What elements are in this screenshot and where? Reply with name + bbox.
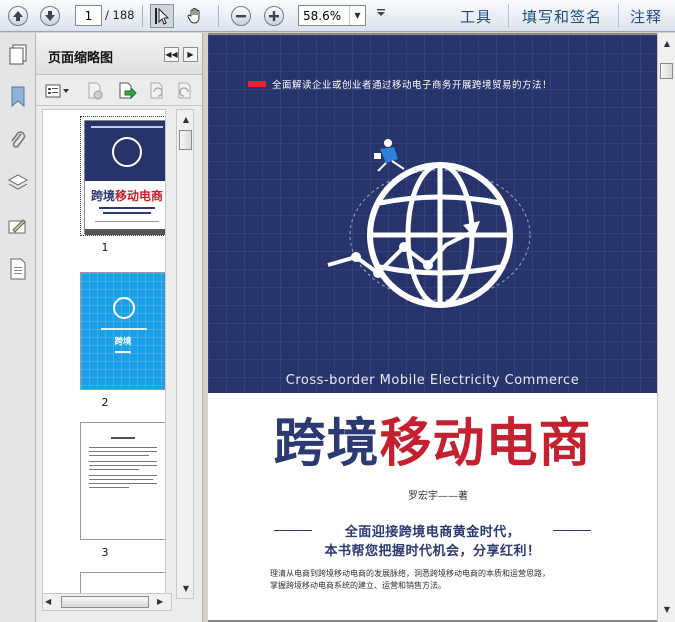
- layers-icon: [7, 174, 29, 190]
- double-chevron-left-icon: ◀◀: [165, 50, 178, 59]
- scroll-down-icon[interactable]: ▼: [178, 580, 194, 596]
- horizontal-scroll-thumb[interactable]: [61, 596, 149, 608]
- thumbnail-options-button[interactable]: [44, 81, 72, 101]
- book-title-part1: 跨境: [273, 413, 380, 474]
- next-page-button[interactable]: [38, 4, 62, 28]
- scroll-up-icon[interactable]: ▲: [178, 111, 194, 127]
- cover-banner: 全面解读企业或创业者通过移动电子商务开展跨境贸易的方法！ Cross-borde…: [208, 35, 657, 393]
- scroll-down-icon[interactable]: ▼: [659, 601, 675, 617]
- slogan-line-2: 本书帮您把握时代机会，分享红利！: [324, 544, 541, 559]
- document-view[interactable]: 全面解读企业或创业者通过移动电子商务开展跨境贸易的方法！ Cross-borde…: [208, 33, 675, 622]
- scroll-up-icon[interactable]: ▲: [659, 35, 675, 51]
- paperclip-icon: [11, 131, 26, 148]
- cursor-icon: [155, 7, 170, 25]
- book-author: 罗宏宇——著: [408, 491, 468, 502]
- panel-title: 页面缩略图: [48, 51, 114, 66]
- extract-page-icon: [119, 82, 137, 100]
- pages-icon: [9, 44, 27, 65]
- thumbnail-tools: [36, 76, 202, 106]
- zoom-input[interactable]: [299, 6, 349, 25]
- content-panel-button[interactable]: [6, 257, 30, 281]
- scroll-right-icon[interactable]: ▶: [157, 597, 163, 606]
- thumbnail-vertical-scrollbar[interactable]: ▲ ▼: [176, 109, 194, 599]
- hand-tool-button[interactable]: [183, 4, 207, 28]
- zoom-in-button[interactable]: [262, 4, 286, 28]
- chevron-down-double-icon: [377, 9, 385, 16]
- layers-panel-button[interactable]: [6, 171, 30, 195]
- cover-english-subtitle: Cross-border Mobile Electricity Commerce: [285, 373, 580, 388]
- thumbnail-page-2[interactable]: 跨境: [80, 272, 165, 390]
- thumbnail-panel-header: 页面缩略图 ◀◀ ▶: [36, 33, 202, 75]
- hand-icon: [187, 8, 200, 24]
- bookmark-icon: [11, 86, 25, 108]
- thumbnail-label-3: 3: [101, 546, 109, 559]
- chevron-down-icon[interactable]: ▼: [349, 6, 365, 25]
- scroll-thumb[interactable]: [179, 130, 192, 150]
- thumbnail-page-1[interactable]: 跨境移动电商: [80, 116, 165, 236]
- thumbnail-label-2: 2: [101, 396, 109, 409]
- thumbnail-label-1: 1: [101, 241, 109, 254]
- collapse-panel-button[interactable]: ◀◀: [164, 47, 179, 62]
- book-title: 跨境移动电商: [208, 401, 657, 476]
- delete-page-icon: [88, 82, 103, 100]
- page-number-input[interactable]: [75, 5, 102, 26]
- options-list-icon: [45, 84, 69, 98]
- chevron-right-icon: ▶: [187, 50, 194, 59]
- globe-illustration: [327, 139, 531, 308]
- thumbnail-panel: 页面缩略图 ◀◀ ▶ 跨境移动电商 1 跨境 2 3 ▲ ▼ ◀ ▶: [36, 33, 202, 622]
- top-toolbar: / 188 ▼ 工具 填写和签名 注释: [0, 0, 675, 32]
- slogan-line-1: 全面迎接跨境电商黄金时代，: [344, 525, 521, 540]
- document-scroll-thumb[interactable]: [660, 63, 673, 79]
- thumbnail-list[interactable]: 跨境移动电商 1 跨境 2 3: [42, 109, 166, 599]
- toolbar-options-button[interactable]: [376, 8, 386, 21]
- document-vertical-scrollbar[interactable]: ▲ ▼: [657, 33, 675, 622]
- minus-icon: [231, 6, 251, 26]
- menu-fill-sign[interactable]: 填写和签名: [522, 6, 602, 27]
- toolbar-divider: [142, 5, 143, 27]
- close-panel-button[interactable]: ▶: [183, 47, 198, 62]
- select-tool-button[interactable]: [150, 4, 174, 28]
- menu-divider: [508, 4, 509, 28]
- page-total-label: / 188: [105, 8, 135, 22]
- description-line-2: 掌握跨境移动电商系统的建立、运营和销售方法。: [270, 581, 446, 590]
- signature-pen-icon: [8, 219, 26, 234]
- menu-comment[interactable]: 注释: [630, 6, 662, 27]
- extract-page-button[interactable]: [116, 81, 138, 101]
- menu-tools[interactable]: 工具: [460, 6, 492, 27]
- zoom-select[interactable]: ▼: [298, 5, 366, 26]
- scroll-left-icon[interactable]: ◀: [45, 597, 51, 606]
- attachments-panel-button[interactable]: [6, 128, 30, 152]
- thumbnail-horizontal-scrollbar[interactable]: ◀ ▶: [42, 593, 172, 611]
- rotate-page-button[interactable]: [146, 81, 168, 101]
- rotate-page-icon: [150, 82, 163, 99]
- menu-divider: [618, 4, 619, 28]
- toolbar-divider: [218, 5, 219, 27]
- plus-icon: [264, 6, 284, 26]
- document-icon: [10, 258, 26, 280]
- signatures-panel-button[interactable]: [6, 215, 30, 239]
- thumbnail-2-title: 跨境: [114, 337, 132, 347]
- description-line-1: 理清从电商到跨境移动电商的发展脉络，洞悉跨境移动电商的本质和运营思路，: [270, 569, 550, 578]
- book-title-part2: 移动电商: [379, 413, 592, 474]
- zoom-out-button[interactable]: [229, 4, 253, 28]
- cover-tagline: 全面解读企业或创业者通过移动电子商务开展跨境贸易的方法！: [272, 80, 553, 91]
- rotate-page-ccw-button[interactable]: [174, 81, 196, 101]
- arrow-down-icon: [40, 6, 60, 26]
- tagline-marker: [248, 81, 266, 87]
- arrow-up-icon: [8, 6, 28, 26]
- previous-page-button[interactable]: [6, 4, 30, 28]
- rotate-page-ccw-icon: [178, 82, 191, 99]
- navigation-strip: [0, 33, 36, 622]
- bookmarks-panel-button[interactable]: [6, 85, 30, 109]
- delete-page-button[interactable]: [84, 81, 106, 101]
- pages-panel-button[interactable]: [6, 43, 30, 67]
- thumbnail-page-3[interactable]: [80, 422, 165, 540]
- document-page: 全面解读企业或创业者通过移动电子商务开展跨境贸易的方法！ Cross-borde…: [208, 35, 657, 620]
